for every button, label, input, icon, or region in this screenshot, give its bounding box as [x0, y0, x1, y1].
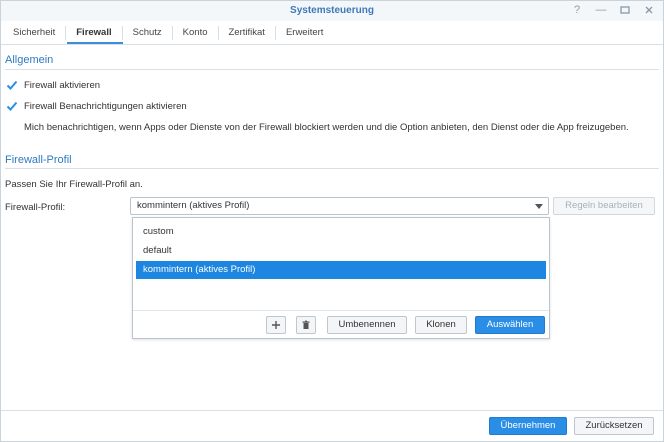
profile-select-value: kommintern (aktives Profil)	[137, 200, 250, 211]
tab-schutz[interactable]: Schutz	[123, 25, 173, 40]
enable-notifications-checkbox[interactable]	[6, 100, 18, 112]
trash-icon	[302, 320, 310, 329]
section-divider	[5, 168, 659, 169]
profile-hint: Passen Sie Ihr Firewall-Profil an.	[5, 179, 143, 190]
section-title-profile: Firewall-Profil	[5, 154, 72, 166]
enable-notifications-row[interactable]: Firewall Benachrichtigungen aktivieren	[6, 100, 187, 112]
reset-button[interactable]: Zurücksetzen	[574, 417, 654, 435]
tab-konto[interactable]: Konto	[173, 25, 219, 40]
profile-dropdown: custom default kommintern (aktives Profi…	[132, 217, 550, 339]
help-icon[interactable]: ?	[571, 4, 583, 16]
footer-divider	[1, 410, 663, 411]
window-title: Systemsteuerung	[290, 5, 374, 16]
enable-firewall-checkbox[interactable]	[6, 79, 18, 91]
tab-firewall[interactable]: Firewall	[66, 25, 123, 40]
add-profile-button[interactable]	[266, 316, 286, 334]
minimize-icon[interactable]: —	[595, 4, 607, 16]
profile-option-custom[interactable]: custom	[136, 223, 546, 241]
active-tab-indicator	[67, 42, 123, 44]
dropdown-footer: Umbenennen Klonen Auswählen	[133, 310, 549, 338]
notification-description: Mich benachrichtigen, wenn Apps oder Die…	[24, 122, 629, 133]
maximize-icon[interactable]	[619, 4, 631, 16]
title-bar: Systemsteuerung ? —	[1, 1, 663, 21]
close-icon[interactable]	[643, 4, 655, 16]
chevron-down-icon[interactable]	[535, 204, 543, 209]
window-controls: ? —	[571, 4, 655, 16]
delete-profile-button[interactable]	[296, 316, 316, 334]
select-button[interactable]: Auswählen	[475, 316, 545, 334]
profile-field-label: Firewall-Profil:	[5, 202, 66, 213]
control-panel-window: Systemsteuerung ? — Sicherheit Firewall …	[0, 0, 664, 442]
tab-zertifikat[interactable]: Zertifikat	[219, 25, 276, 40]
enable-firewall-label: Firewall aktivieren	[24, 79, 101, 91]
plus-icon	[272, 321, 280, 329]
apply-button[interactable]: Übernehmen	[489, 417, 567, 435]
rename-button[interactable]: Umbenennen	[327, 316, 407, 334]
section-divider	[5, 69, 659, 70]
enable-firewall-row[interactable]: Firewall aktivieren	[6, 79, 100, 91]
enable-notifications-label: Firewall Benachrichtigungen aktivieren	[24, 100, 187, 112]
section-title-general: Allgemein	[5, 54, 54, 66]
profile-option-kommintern[interactable]: kommintern (aktives Profil)	[136, 261, 546, 279]
clone-button[interactable]: Klonen	[415, 316, 467, 334]
edit-rules-button[interactable]: Regeln bearbeiten	[553, 197, 655, 215]
profile-select[interactable]: kommintern (aktives Profil)	[130, 197, 549, 215]
tab-erweitert[interactable]: Erweitert	[276, 26, 333, 40]
tab-sicherheit[interactable]: Sicherheit	[3, 25, 67, 40]
profile-option-default[interactable]: default	[136, 242, 546, 260]
